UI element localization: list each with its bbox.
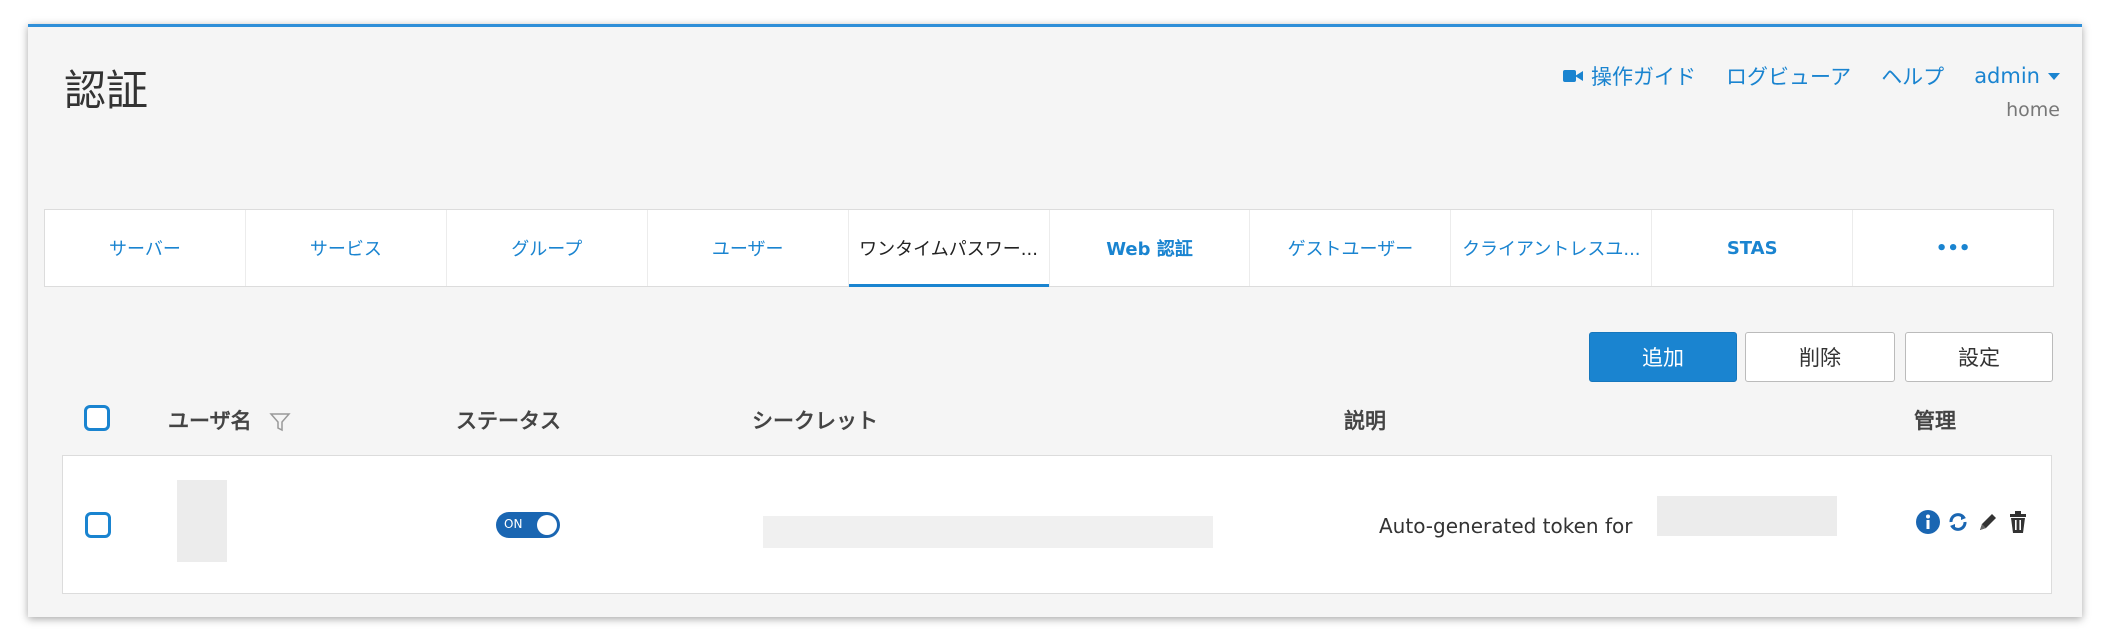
table-row: ON Auto-generated token for <box>62 455 2052 594</box>
filter-icon[interactable] <box>269 411 291 433</box>
user-menu[interactable]: admin <box>1974 64 2060 88</box>
refresh-icon[interactable] <box>1943 507 1973 537</box>
column-username: ユーザ名 <box>168 405 291 435</box>
column-status: ステータス <box>456 409 561 433</box>
guide-label: 操作ガイド <box>1591 65 1697 89</box>
column-description: 説明 <box>1344 409 1386 433</box>
tab-clientless-users[interactable]: クライアントレスユ... <box>1451 210 1653 286</box>
tab-web-auth[interactable]: Web 認証 <box>1050 210 1251 286</box>
tab-guest-users[interactable]: ゲストユーザー <box>1250 210 1452 286</box>
description-redacted <box>1657 496 1837 536</box>
tab-otp[interactable]: ワンタイムパスワー... <box>848 210 1050 287</box>
log-viewer-link[interactable]: ログビューア <box>1726 61 1851 91</box>
column-secret: シークレット <box>752 409 878 433</box>
guide-link[interactable]: 操作ガイド <box>1563 61 1696 91</box>
header-links: 操作ガイド ログビューア ヘルプ admin <box>1533 61 2060 91</box>
user-name: admin <box>1974 64 2040 88</box>
status-toggle[interactable]: ON <box>496 512 560 538</box>
delete-button[interactable]: 削除 <box>1745 332 1895 382</box>
chevron-down-icon <box>2048 72 2060 80</box>
tab-groups[interactable]: グループ <box>447 210 648 286</box>
secret-redacted <box>763 516 1213 548</box>
help-link[interactable]: ヘルプ <box>1881 61 1944 91</box>
row-checkbox[interactable] <box>85 512 111 538</box>
toggle-knob <box>537 515 557 535</box>
user-domain: home <box>2006 99 2060 121</box>
column-manage: 管理 <box>1914 409 1956 433</box>
app-window: 認証 操作ガイド ログビューア ヘルプ admin home サーバー サービス… <box>28 24 2082 617</box>
tab-stas[interactable]: STAS <box>1652 210 1854 286</box>
select-all-checkbox[interactable] <box>84 405 110 431</box>
tab-servers[interactable]: サーバー <box>45 210 246 286</box>
page-title: 認証 <box>64 66 149 115</box>
tab-more[interactable]: ••• <box>1853 210 2053 286</box>
table-header: ユーザ名 ステータス シークレット 説明 管理 <box>28 397 2082 441</box>
add-button[interactable]: 追加 <box>1589 332 1737 382</box>
tab-bar: サーバー サービス グループ ユーザー ワンタイムパスワー... Web 認証 … <box>44 209 2054 287</box>
tab-services[interactable]: サービス <box>246 210 447 286</box>
row-actions <box>1913 507 2033 537</box>
toggle-label: ON <box>504 517 523 531</box>
video-icon <box>1563 69 1584 83</box>
info-icon[interactable] <box>1913 507 1943 537</box>
settings-button[interactable]: 設定 <box>1905 332 2053 382</box>
pencil-icon[interactable] <box>1973 507 2003 537</box>
username-redacted <box>177 480 227 562</box>
description-text: Auto-generated token for <box>1379 514 1633 538</box>
trash-icon[interactable] <box>2003 507 2033 537</box>
tab-users[interactable]: ユーザー <box>648 210 849 286</box>
